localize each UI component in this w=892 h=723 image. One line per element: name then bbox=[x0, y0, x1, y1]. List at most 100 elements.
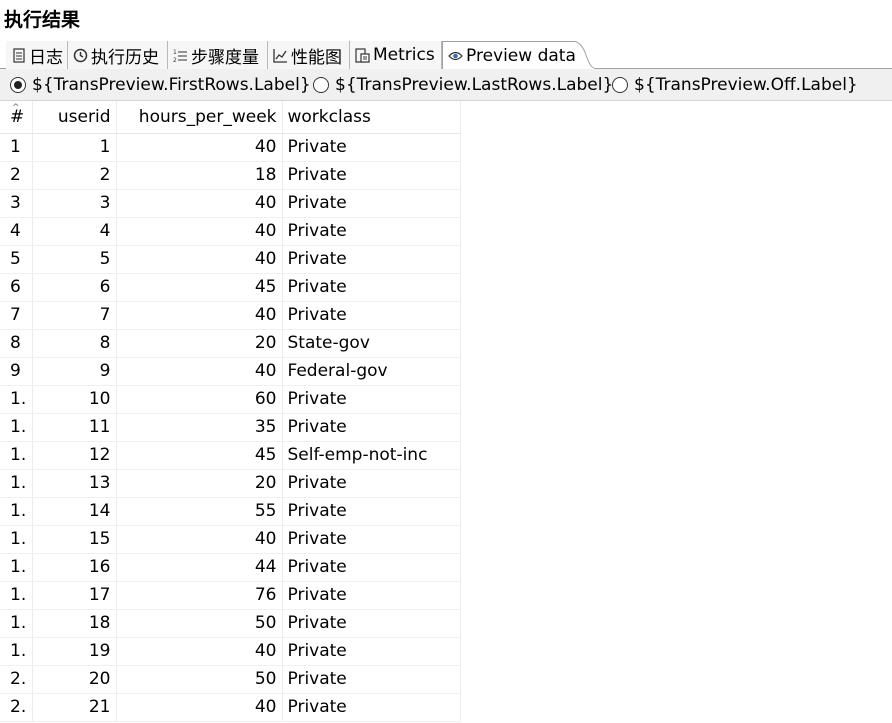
cell-hours-per-week[interactable]: 50 bbox=[116, 609, 283, 638]
radio-off[interactable]: ${TransPreview.Off.Label} bbox=[612, 69, 858, 101]
cell-workclass[interactable]: Private bbox=[282, 245, 461, 274]
cell-hours-per-week[interactable]: 40 bbox=[116, 217, 283, 246]
cell-workclass[interactable]: Private bbox=[282, 553, 461, 582]
cell-userid[interactable]: 14 bbox=[32, 497, 117, 526]
cell-userid[interactable]: 21 bbox=[32, 693, 117, 722]
cell-userid[interactable]: 12 bbox=[32, 441, 117, 470]
tab-history[interactable]: 执行历史 bbox=[68, 41, 168, 69]
cell-workclass[interactable]: Private bbox=[282, 497, 461, 526]
cell-userid[interactable]: 16 bbox=[32, 553, 117, 582]
cell-userid[interactable]: 18 bbox=[32, 609, 117, 638]
cell-hours-per-week[interactable]: 20 bbox=[116, 469, 283, 498]
cell-workclass[interactable]: Private bbox=[282, 665, 461, 694]
cell-hours-per-week[interactable]: 45 bbox=[116, 273, 283, 302]
tab-preview-data[interactable]: Preview data bbox=[442, 41, 576, 70]
table-row[interactable]: 9 9 40 Federal-gov bbox=[0, 357, 461, 386]
cell-row-number[interactable]: 6 bbox=[0, 273, 33, 302]
cell-row-number[interactable]: 1. bbox=[0, 497, 33, 526]
cell-hours-per-week[interactable]: 20 bbox=[116, 329, 283, 358]
cell-workclass[interactable]: Private bbox=[282, 133, 461, 162]
cell-hours-per-week[interactable]: 60 bbox=[116, 385, 283, 414]
cell-row-number[interactable]: 1. bbox=[0, 637, 33, 666]
cell-workclass[interactable]: Private bbox=[282, 301, 461, 330]
cell-userid[interactable]: 19 bbox=[32, 637, 117, 666]
table-row[interactable]: 8 8 20 State-gov bbox=[0, 329, 461, 358]
cell-userid[interactable]: 6 bbox=[32, 273, 117, 302]
cell-hours-per-week[interactable]: 40 bbox=[116, 357, 283, 386]
cell-workclass[interactable]: Private bbox=[282, 413, 461, 442]
table-row[interactable]: 5 5 40 Private bbox=[0, 245, 461, 274]
cell-userid[interactable]: 11 bbox=[32, 413, 117, 442]
cell-hours-per-week[interactable]: 50 bbox=[116, 665, 283, 694]
column-header-userid[interactable]: userid bbox=[32, 101, 117, 134]
cell-workclass[interactable]: Private bbox=[282, 469, 461, 498]
cell-workclass[interactable]: Private bbox=[282, 273, 461, 302]
cell-workclass[interactable]: Private bbox=[282, 609, 461, 638]
table-row[interactable]: 1. 19 40 Private bbox=[0, 637, 461, 666]
cell-hours-per-week[interactable]: 18 bbox=[116, 161, 283, 190]
table-row[interactable]: 2 2 18 Private bbox=[0, 161, 461, 190]
cell-row-number[interactable]: 1. bbox=[0, 441, 33, 470]
cell-row-number[interactable]: 1 bbox=[0, 133, 33, 162]
column-header-workclass[interactable]: workclass bbox=[282, 101, 461, 134]
cell-row-number[interactable]: 9 bbox=[0, 357, 33, 386]
tab-performance-chart[interactable]: 性能图 bbox=[268, 41, 350, 69]
cell-hours-per-week[interactable]: 55 bbox=[116, 497, 283, 526]
cell-hours-per-week[interactable]: 40 bbox=[116, 133, 283, 162]
cell-hours-per-week[interactable]: 35 bbox=[116, 413, 283, 442]
table-row[interactable]: 7 7 40 Private bbox=[0, 301, 461, 330]
cell-userid[interactable]: 10 bbox=[32, 385, 117, 414]
cell-row-number[interactable]: 1. bbox=[0, 581, 33, 610]
cell-userid[interactable]: 17 bbox=[32, 581, 117, 610]
cell-workclass[interactable]: Private bbox=[282, 525, 461, 554]
tab-log[interactable]: 日志 bbox=[6, 41, 68, 69]
cell-hours-per-week[interactable]: 76 bbox=[116, 581, 283, 610]
table-row[interactable]: 2. 21 40 Private bbox=[0, 693, 461, 722]
cell-hours-per-week[interactable]: 40 bbox=[116, 301, 283, 330]
cell-hours-per-week[interactable]: 44 bbox=[116, 553, 283, 582]
cell-hours-per-week[interactable]: 40 bbox=[116, 637, 283, 666]
table-row[interactable]: 4 4 40 Private bbox=[0, 217, 461, 246]
cell-row-number[interactable]: 8 bbox=[0, 329, 33, 358]
cell-workclass[interactable]: Private bbox=[282, 161, 461, 190]
cell-userid[interactable]: 5 bbox=[32, 245, 117, 274]
cell-hours-per-week[interactable]: 40 bbox=[116, 693, 283, 722]
cell-row-number[interactable]: 1. bbox=[0, 525, 33, 554]
cell-row-number[interactable]: 3 bbox=[0, 189, 33, 218]
cell-workclass[interactable]: Private bbox=[282, 217, 461, 246]
table-row[interactable]: 1. 10 60 Private bbox=[0, 385, 461, 414]
cell-workclass[interactable]: Private bbox=[282, 189, 461, 218]
cell-row-number[interactable]: 7 bbox=[0, 301, 33, 330]
cell-userid[interactable]: 3 bbox=[32, 189, 117, 218]
column-header-rownum[interactable]: ^ # bbox=[0, 101, 33, 134]
table-row[interactable]: 1. 18 50 Private bbox=[0, 609, 461, 638]
cell-workclass[interactable]: Federal-gov bbox=[282, 357, 461, 386]
cell-hours-per-week[interactable]: 40 bbox=[116, 525, 283, 554]
cell-row-number[interactable]: 4 bbox=[0, 217, 33, 246]
table-row[interactable]: 1. 11 35 Private bbox=[0, 413, 461, 442]
cell-hours-per-week[interactable]: 40 bbox=[116, 245, 283, 274]
table-row[interactable]: 1. 14 55 Private bbox=[0, 497, 461, 526]
cell-row-number[interactable]: 1. bbox=[0, 609, 33, 638]
column-header-hours-per-week[interactable]: hours_per_week bbox=[116, 101, 283, 134]
table-row[interactable]: 1. 15 40 Private bbox=[0, 525, 461, 554]
cell-userid[interactable]: 20 bbox=[32, 665, 117, 694]
cell-workclass[interactable]: Private bbox=[282, 581, 461, 610]
cell-userid[interactable]: 4 bbox=[32, 217, 117, 246]
table-row[interactable]: 2. 20 50 Private bbox=[0, 665, 461, 694]
tab-metrics[interactable]: Metrics bbox=[350, 41, 442, 69]
cell-row-number[interactable]: 1. bbox=[0, 553, 33, 582]
cell-row-number[interactable]: 2. bbox=[0, 665, 33, 694]
cell-userid[interactable]: 9 bbox=[32, 357, 117, 386]
cell-userid[interactable]: 7 bbox=[32, 301, 117, 330]
radio-last-rows[interactable]: ${TransPreview.LastRows.Label} bbox=[313, 69, 613, 101]
cell-workclass[interactable]: Self-emp-not-inc bbox=[282, 441, 461, 470]
table-row[interactable]: 1. 13 20 Private bbox=[0, 469, 461, 498]
cell-userid[interactable]: 1 bbox=[32, 133, 117, 162]
radio-first-rows[interactable]: ${TransPreview.FirstRows.Label} bbox=[10, 69, 311, 101]
cell-row-number[interactable]: 1. bbox=[0, 469, 33, 498]
cell-hours-per-week[interactable]: 40 bbox=[116, 189, 283, 218]
tab-step-metrics[interactable]: 12 步骤度量 bbox=[168, 41, 268, 69]
cell-row-number[interactable]: 2. bbox=[0, 693, 33, 722]
table-row[interactable]: 1 1 40 Private bbox=[0, 133, 461, 162]
